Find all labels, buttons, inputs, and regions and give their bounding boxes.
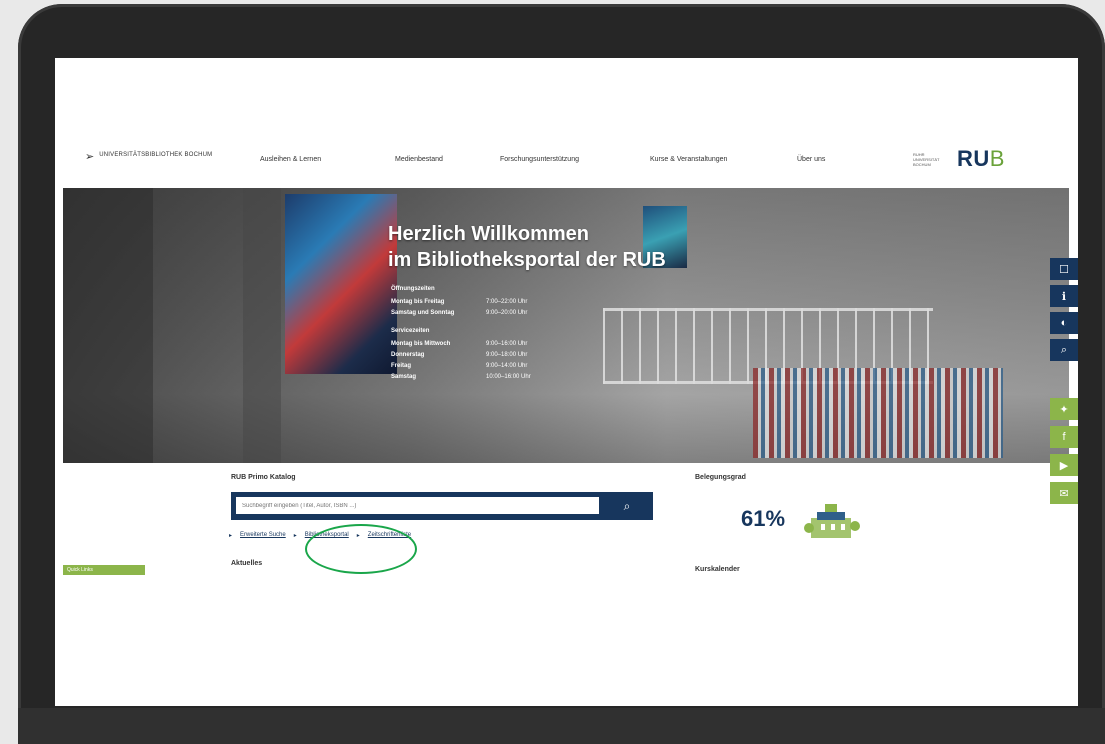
side-button-facebook[interactable]: f <box>1050 426 1078 448</box>
mail-icon: ✉ <box>1059 487 1069 500</box>
chat-icon: ☐ <box>1059 263 1069 276</box>
side-button-chat[interactable]: ☐ <box>1050 258 1078 280</box>
rub-logo-b: B <box>989 146 1005 171</box>
hours-row: Freitag 9:00–14:00 Uhr <box>391 363 546 369</box>
occupancy-value: 61% <box>741 506 786 531</box>
library-logo-text: UNIVERSITÄTSBIBLIOTHEK BOCHUM <box>99 152 213 158</box>
hours-time: 10:00–16:00 Uhr <box>486 374 531 380</box>
hours-time: 9:00–16:00 Uhr <box>486 341 528 347</box>
catalog-search-input[interactable] <box>236 497 599 514</box>
side-button-mail[interactable]: ✉ <box>1050 482 1078 504</box>
link-erweiterte-suche[interactable]: Erweiterte Suche <box>240 532 286 539</box>
rub-logo-subtext: RUHR UNIVERSITÄT BOCHUM <box>913 151 940 167</box>
facebook-icon: f <box>1062 431 1066 443</box>
rub-logo-ru: RU <box>957 146 990 171</box>
rub-logo-text: RUB <box>957 146 1005 172</box>
hours-row: Montag bis Freitag 7:00–22:00 Uhr <box>391 299 546 305</box>
side-button-info[interactable]: ℹ <box>1050 285 1078 307</box>
laptop-base <box>18 708 1105 744</box>
occupancy-label: Belegungsgrad <box>695 474 746 481</box>
hero-title-line1: Herzlich Willkommen <box>388 223 589 245</box>
hours-day: Donnerstag <box>391 352 425 358</box>
catalog-search-bar: ⌕ <box>231 492 653 520</box>
browser-screen: ➢ UNIVERSITÄTSBIBLIOTHEK BOCHUM Ausleihe… <box>55 58 1078 706</box>
library-building-icon <box>804 504 860 538</box>
arrow-logo-icon: ➢ <box>85 151 95 163</box>
info-icon: ℹ <box>1061 290 1067 303</box>
search-icon: ⌕ <box>623 498 631 513</box>
side-button-search[interactable]: ⌕ <box>1050 339 1078 361</box>
search-button[interactable]: ⌕ <box>601 492 653 520</box>
rub-logo[interactable]: RUHR UNIVERSITÄT BOCHUM RUB <box>913 146 1005 172</box>
side-button-toggle[interactable]: ◐ <box>1050 312 1078 334</box>
hours-row: Samstag und Sonntag 9:00–20:00 Uhr <box>391 310 546 316</box>
hours-day: Samstag und Sonntag <box>391 310 455 316</box>
service-hours-title: Servicezeiten <box>391 328 430 334</box>
calendar-label: Kurskalender <box>695 566 740 573</box>
hero-artwork <box>285 194 397 374</box>
opening-hours: Öffnungszeiten Montag bis Freitag 7:00–2… <box>391 286 546 385</box>
nav-kurse-veranstaltungen[interactable]: Kurse & Veranstaltungen <box>650 156 727 163</box>
hero-banner: Herzlich Willkommen im Bibliotheksportal… <box>63 188 1069 463</box>
hours-day: Montag bis Freitag <box>391 299 445 305</box>
bullet-icon: ▸ <box>293 533 297 539</box>
hero-pillar <box>243 188 281 463</box>
side-button-video[interactable]: ▶ <box>1050 454 1078 476</box>
video-icon: ▶ <box>1059 459 1069 472</box>
hero-pillar <box>63 188 153 463</box>
hero-title-line2: im Bibliotheksportal der RUB <box>388 249 666 271</box>
search-icon: ⌕ <box>1060 343 1068 356</box>
library-logo[interactable]: ➢ UNIVERSITÄTSBIBLIOTHEK BOCHUM <box>85 151 229 163</box>
hours-time: 9:00–14:00 Uhr <box>486 363 528 369</box>
hero-title: Herzlich Willkommen im Bibliotheksportal… <box>388 221 666 273</box>
hours-row: Samstag 10:00–16:00 Uhr <box>391 374 546 380</box>
hours-day: Montag bis Mittwoch <box>391 341 451 347</box>
quick-links-tab[interactable]: Quick Links <box>63 565 145 575</box>
hero-bookshelves <box>753 368 1003 458</box>
hours-row: Donnerstag 9:00–18:00 Uhr <box>391 352 546 358</box>
news-label: Aktuelles <box>231 560 263 567</box>
highlight-circle <box>305 524 417 574</box>
twitter-icon: ✦ <box>1059 403 1069 416</box>
nav-ueber-uns[interactable]: Über uns <box>797 156 825 163</box>
bullet-icon: ▸ <box>229 533 233 539</box>
hours-day: Freitag <box>391 363 412 369</box>
catalog-label: RUB Primo Katalog <box>231 474 296 481</box>
hours-time: 9:00–18:00 Uhr <box>486 352 528 358</box>
side-button-twitter[interactable]: ✦ <box>1050 398 1078 420</box>
hours-time: 9:00–20:00 Uhr <box>486 310 528 316</box>
hours-time: 7:00–22:00 Uhr <box>486 299 528 305</box>
nav-medienbestand[interactable]: Medienbestand <box>395 156 443 163</box>
opening-hours-title: Öffnungszeiten <box>391 286 435 292</box>
hours-day: Samstag <box>391 374 417 380</box>
toggle-icon: ◐ <box>1060 317 1068 329</box>
hours-row: Montag bis Mittwoch 9:00–16:00 Uhr <box>391 341 546 347</box>
nav-forschungsunterstuetzung[interactable]: Forschungsunterstützung <box>500 156 579 163</box>
nav-ausleihen-lernen[interactable]: Ausleihen & Lernen <box>260 156 321 163</box>
